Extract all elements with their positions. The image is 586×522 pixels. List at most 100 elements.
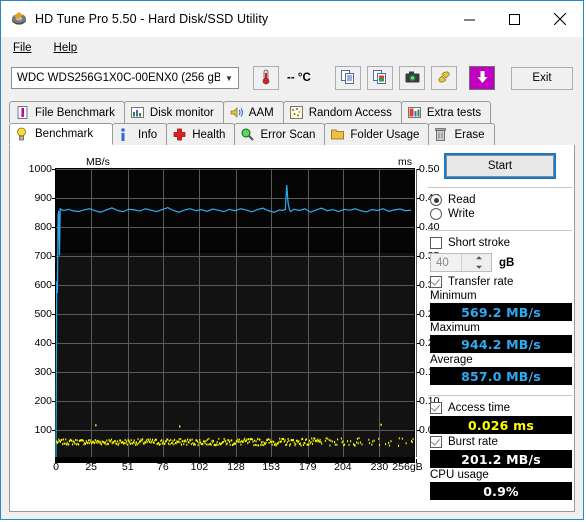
control-panel: Start Read Write Short stroke 40 gB Tran… [424,153,576,501]
tab-health-label: Health [192,128,226,141]
checkbox-transfer-rate[interactable]: Transfer rate [430,276,576,288]
menu-help-label: Help [53,42,78,54]
tab-extra-tests-label: Extra tests [426,106,482,119]
access-time-label: Access time [448,402,510,414]
transfer-rate-line [56,185,411,457]
error-scan-magnifier-icon [241,128,255,142]
tab-info[interactable]: Info [112,123,168,145]
options-button[interactable] [431,66,457,90]
short-stroke-unit: gB [499,256,515,269]
radio-write-label: Write [448,208,475,220]
thermometer-icon [259,69,273,88]
y-axis-tick-left: 500 [34,308,52,320]
y-axis-tick-left: 200 [34,395,52,407]
transfer-rate-label: Transfer rate [448,276,514,288]
tab-error-scan[interactable]: Error Scan [234,123,326,145]
title-bar: HD Tune Pro 5.50 - Hard Disk/SSD Utility [1,1,583,37]
aam-speaker-icon [230,106,244,120]
window-title: HD Tune Pro 5.50 - Hard Disk/SSD Utility [35,12,269,26]
tab-info-label: Info [138,128,158,141]
y-axis-tick-left: 400 [34,337,52,349]
app-icon [11,11,27,27]
radio-read-label: Read [448,194,476,206]
maximize-button[interactable] [492,1,537,37]
short-stroke-value: 40 [436,256,449,269]
health-cross-icon [173,128,187,142]
tab-erase-label: Erase [454,128,485,141]
tab-error-scan-label: Error Scan [260,128,316,141]
start-button-label: Start [487,160,513,172]
burst-rate-label: Burst rate [448,436,498,448]
menu-help[interactable]: Help [52,40,88,56]
spinner-down-icon[interactable] [467,263,492,272]
window-controls [447,1,583,37]
copy-text-button[interactable] [335,66,361,90]
exit-button-label: Exit [532,72,552,84]
screenshot-button[interactable] [399,66,425,90]
tab-extra-tests[interactable]: Extra tests [400,101,492,123]
short-stroke-spinner[interactable] [460,254,492,272]
copy-image-icon [373,69,387,87]
camera-icon [405,71,420,86]
chart-series-layer [56,169,414,457]
copy-text-icon [341,69,355,87]
tab-file-benchmark[interactable]: File Benchmark [9,101,125,123]
y-axis-unit-right: ms [398,156,412,168]
tab-strip: File Benchmark Disk monitor AAM Random A… [9,101,575,145]
y-axis-unit-left: MB/s [86,156,110,168]
access-time-points [56,423,414,447]
download-arrow-icon [476,70,489,87]
tab-health[interactable]: Health [166,123,236,145]
tab-aam[interactable]: AAM [222,101,284,123]
start-button[interactable]: Start [444,153,556,179]
tab-benchmark-label: Benchmark [35,128,94,140]
copy-image-button[interactable] [367,66,393,90]
minimize-button[interactable] [447,1,492,37]
y-axis-tick-left: 900 [34,192,52,204]
cpu-usage-label: CPU usage [430,469,489,481]
tab-row-2: Benchmark Info Health Error Scan Folder … [9,123,575,145]
spinner-up-icon[interactable] [467,254,492,263]
maximum-label: Maximum [430,322,480,334]
erase-trash-icon [435,127,449,142]
y-axis-tick-left: 800 [34,221,52,233]
checkbox-burst-rate[interactable]: Burst rate [430,436,576,448]
tab-folder-usage[interactable]: Folder Usage [324,123,430,145]
radio-write[interactable]: Write [430,208,576,220]
tab-benchmark[interactable]: Benchmark [9,123,113,145]
exit-button[interactable]: Exit [511,66,573,90]
menu-file[interactable]: File [11,40,42,56]
chart-gridline-v [416,169,417,457]
drive-select-value: WDC WDS256G1X0C-00ENX0 (256 gB) [17,72,220,84]
y-axis-tick-left: 1000 [28,163,52,175]
tab-erase[interactable]: Erase [428,123,495,145]
toolbar: WDC WDS256G1X0C-00ENX0 (256 gB) ▼ -- °C [1,59,583,97]
checkbox-access-time[interactable]: Access time [430,402,576,414]
file-benchmark-icon [16,105,30,120]
tab-file-benchmark-label: File Benchmark [35,106,115,119]
tab-disk-monitor[interactable]: Disk monitor [123,101,224,123]
radio-read[interactable]: Read [430,194,576,206]
y-axis-tick-left: 300 [34,366,52,378]
short-stroke-label: Short stroke [448,237,510,249]
checkbox-short-stroke[interactable]: Short stroke [430,237,576,249]
plug-icon [437,70,451,87]
info-icon [119,127,133,142]
y-axis-tick-left: 700 [34,250,52,262]
tab-random-access[interactable]: Random Access [282,101,402,123]
hd-tune-window: HD Tune Pro 5.50 - Hard Disk/SSD Utility… [0,0,584,520]
cpu-usage-value: 0.9% [430,482,572,500]
download-button[interactable] [469,66,495,90]
short-stroke-input[interactable]: 40 [430,253,492,272]
y-axis-tick-left: 600 [34,279,52,291]
temperature-button[interactable] [253,66,279,90]
tab-random-access-label: Random Access [308,106,392,119]
minimum-label: Minimum [430,290,477,302]
radio-write-icon [430,208,442,220]
close-button[interactable] [537,1,583,37]
access-time-checkbox-icon [430,402,442,414]
random-access-icon [289,105,304,120]
chart-plot-area: 1000.052000.103000.154000.205000.256000.… [29,163,440,473]
drive-select[interactable]: WDC WDS256G1X0C-00ENX0 (256 gB) ▼ [11,67,239,89]
radio-read-icon [430,194,442,206]
